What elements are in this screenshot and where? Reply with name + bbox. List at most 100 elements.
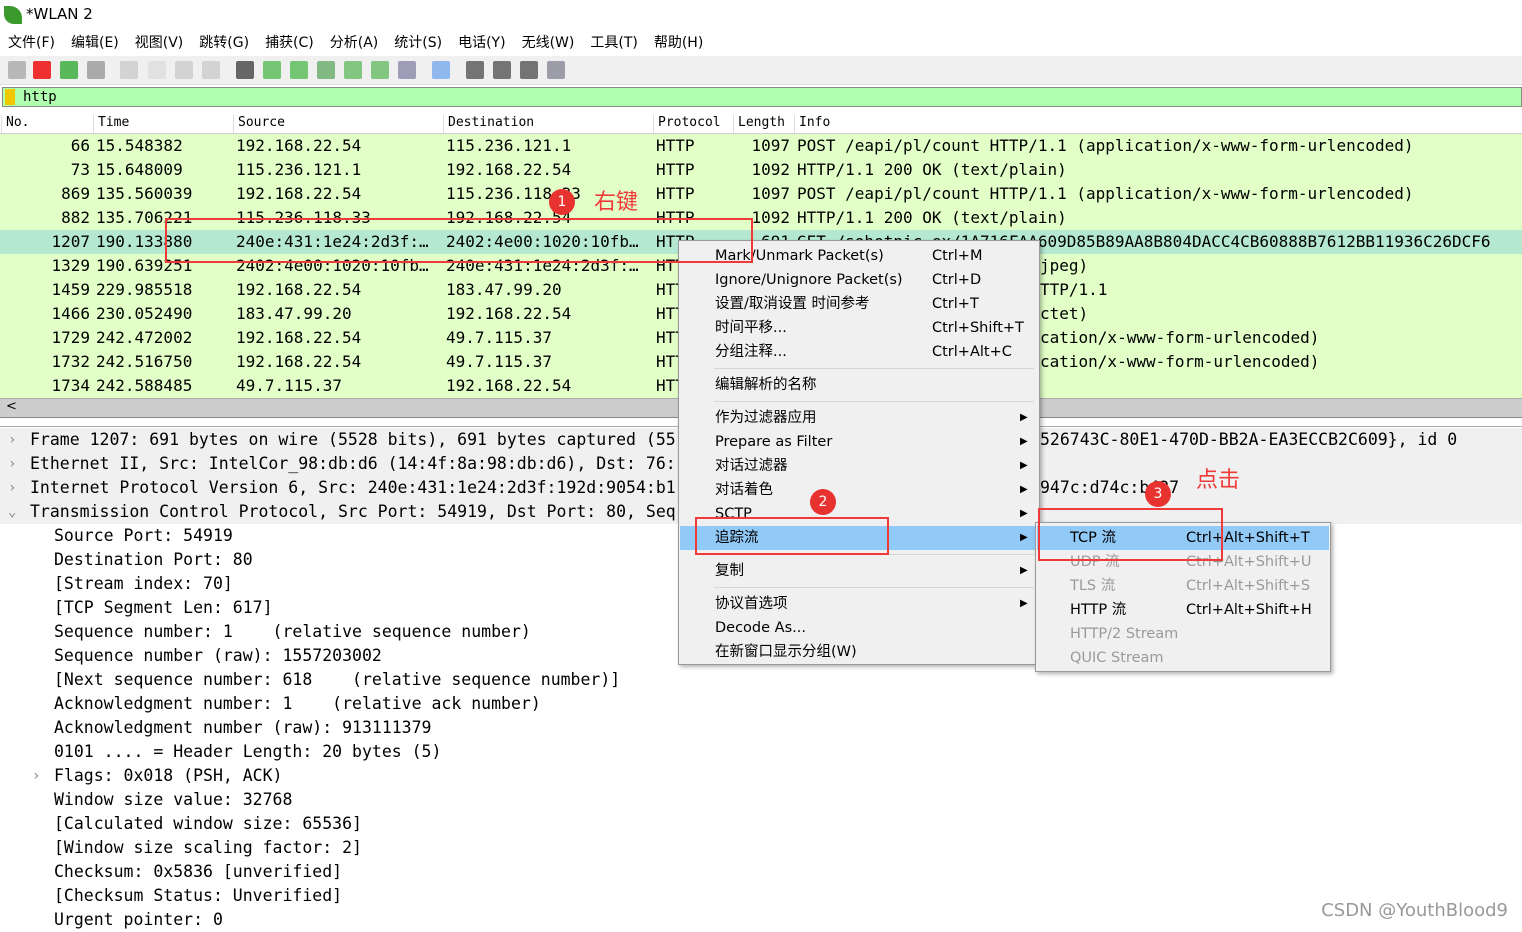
filter-value[interactable]: http xyxy=(23,88,57,106)
stop-icon[interactable] xyxy=(33,61,51,79)
menu-5[interactable]: 分析(A) xyxy=(322,31,387,55)
packet-destination: 183.47.99.20 xyxy=(446,280,562,299)
packet-protocol: HTTP xyxy=(656,136,695,155)
first-packet-icon[interactable] xyxy=(344,61,362,79)
menu-bar: 文件(F) 编辑(E) 视图(V) 跳转(G) 捕获(C) 分析(A) 统计(S) 电话(Y)… xyxy=(0,31,1522,55)
detail-row[interactable]: › Flags: 0x018 (PSH, ACK) xyxy=(0,764,1522,788)
context-menu-item[interactable]: Ignore/Unignore Packet(s) Ctrl+D xyxy=(680,268,1038,292)
menu-1[interactable]: 编辑(E) xyxy=(63,31,127,55)
menu-0[interactable]: 文件(F) xyxy=(0,31,63,55)
detail-text: Destination Port: 80 xyxy=(54,550,253,569)
shark-fin-icon[interactable] xyxy=(8,61,26,79)
find-icon[interactable] xyxy=(236,61,254,79)
submenu-item-label: QUIC Stream xyxy=(1070,650,1164,666)
column-header-source[interactable]: Source xyxy=(233,115,285,133)
chevron-right-icon[interactable]: › xyxy=(8,452,16,476)
menu-9[interactable]: 工具(T) xyxy=(582,31,645,55)
menu-10[interactable]: 帮助(H) xyxy=(646,31,711,55)
annotation-box-2 xyxy=(695,517,889,555)
back-arrow-icon[interactable] xyxy=(263,61,281,79)
menu-7[interactable]: 电话(Y) xyxy=(450,31,513,55)
zoom-in-icon[interactable] xyxy=(466,61,484,79)
submenu-item[interactable]: HTTP 流 Ctrl+Alt+Shift+H xyxy=(1037,598,1329,622)
column-header-no[interactable]: No. xyxy=(1,115,29,133)
close-file-icon[interactable] xyxy=(175,61,193,79)
packet-time: 242.472002 xyxy=(96,328,193,347)
context-menu-item[interactable]: Decode As... xyxy=(680,616,1038,640)
column-header-time[interactable]: Time xyxy=(93,115,129,133)
scroll-left-icon[interactable]: < xyxy=(6,399,17,414)
context-menu: Mark/Unmark Packet(s) Ctrl+M Ignore/Unigno… xyxy=(678,240,1040,665)
zoom-normal-icon[interactable] xyxy=(520,61,538,79)
context-menu-item[interactable]: 对话着色 ▶ xyxy=(680,478,1038,502)
detail-text-tail: 526743C-80E1-470D-BB2A-EA3ECCB2C609}, id… xyxy=(1040,430,1458,449)
detail-row[interactable]: Urgent pointer: 0 xyxy=(0,908,1522,932)
submenu-arrow-icon: ▶ xyxy=(1020,460,1028,471)
menu-item-label: Prepare as Filter xyxy=(715,434,833,450)
packet-no: 1329 xyxy=(51,256,90,275)
last-packet-icon[interactable] xyxy=(371,61,389,79)
column-header-protocol[interactable]: Protocol xyxy=(653,115,721,133)
submenu-item-shortcut: Ctrl+Alt+Shift+H xyxy=(1186,602,1312,618)
context-menu-item[interactable]: 编辑解析的名称 xyxy=(680,373,1038,397)
open-icon[interactable] xyxy=(120,61,138,79)
context-menu-item[interactable]: 对话过滤器 ▶ xyxy=(680,454,1038,478)
resize-columns-icon[interactable] xyxy=(547,61,565,79)
context-menu-item[interactable]: Prepare as Filter ▶ xyxy=(680,430,1038,454)
wireshark-logo-icon xyxy=(4,6,22,24)
packet-row[interactable]: 73 15.648009 115.236.121.1 192.168.22.54 HTT… xyxy=(0,158,1522,182)
goto-packet-icon[interactable] xyxy=(317,61,335,79)
packet-row[interactable]: 66 15.548382 192.168.22.54 115.236.121.1 HTT… xyxy=(0,134,1522,158)
menu-8[interactable]: 无线(W) xyxy=(514,31,583,55)
detail-row[interactable]: Window size value: 32768 xyxy=(0,788,1522,812)
bookmark-icon[interactable] xyxy=(5,89,15,105)
menu-item-label: 对话着色 xyxy=(715,482,773,498)
detail-row[interactable]: 0101 .... = Header Length: 20 bytes (5) xyxy=(0,740,1522,764)
detail-text: [Next sequence number: 618 (relative seq… xyxy=(54,670,621,689)
submenu-item[interactable]: HTTP/2 Stream xyxy=(1037,622,1329,646)
submenu-item[interactable]: QUIC Stream xyxy=(1037,646,1329,670)
file-icon[interactable] xyxy=(148,61,166,79)
detail-row[interactable]: [Calculated window size: 65536] xyxy=(0,812,1522,836)
menu-4[interactable]: 捕获(C) xyxy=(257,31,322,55)
menu-item-shortcut: Ctrl+M xyxy=(932,248,983,264)
chevron-right-icon[interactable]: › xyxy=(8,428,16,452)
restart-icon[interactable] xyxy=(60,61,78,79)
packet-no: 1466 xyxy=(51,304,90,323)
chevron-down-icon[interactable]: ⌄ xyxy=(8,500,16,524)
packet-row[interactable]: 869 135.560039 192.168.22.54 115.236.118.33… xyxy=(0,182,1522,206)
zoom-out-icon[interactable] xyxy=(493,61,511,79)
menu-separator xyxy=(714,368,1034,369)
context-menu-item[interactable]: 时间平移... Ctrl+Shift+T xyxy=(680,316,1038,340)
context-menu-item[interactable]: 复制 ▶ xyxy=(680,559,1038,583)
colorize-icon[interactable] xyxy=(432,61,450,79)
menu-2[interactable]: 视图(V) xyxy=(127,31,192,55)
detail-row[interactable]: Acknowledgment number (raw): 913111379 xyxy=(0,716,1522,740)
detail-row[interactable]: Checksum: 0x5836 [unverified] xyxy=(0,860,1522,884)
menu-3[interactable]: 跳转(G) xyxy=(191,31,257,55)
options-gear-icon[interactable] xyxy=(87,61,105,79)
chevron-right-icon[interactable]: › xyxy=(32,764,40,788)
context-menu-item[interactable]: 协议首选项 ▶ xyxy=(680,592,1038,616)
packet-source: 192.168.22.54 xyxy=(236,328,362,347)
submenu-item[interactable]: TLS 流 Ctrl+Alt+Shift+S xyxy=(1037,574,1329,598)
menu-6[interactable]: 统计(S) xyxy=(386,31,450,55)
detail-row[interactable]: Acknowledgment number: 1 (relative ack n… xyxy=(0,692,1522,716)
packet-destination: 192.168.22.54 xyxy=(446,304,572,323)
context-menu-item[interactable]: 设置/取消设置 时间参考 Ctrl+T xyxy=(680,292,1038,316)
column-header-destination[interactable]: Destination xyxy=(443,115,534,133)
reload-icon[interactable] xyxy=(202,61,220,79)
autoscroll-icon[interactable] xyxy=(398,61,416,79)
column-header-length[interactable]: Length xyxy=(733,115,785,133)
packet-source: 49.7.115.37 xyxy=(236,376,342,395)
column-header-info[interactable]: Info xyxy=(794,115,830,133)
context-menu-item[interactable]: 在新窗口显示分组(W) xyxy=(680,640,1038,664)
context-menu-item[interactable]: 分组注释... Ctrl+Alt+C xyxy=(680,340,1038,364)
detail-row[interactable]: [Window size scaling factor: 2] xyxy=(0,836,1522,860)
detail-row[interactable]: [Checksum Status: Unverified] xyxy=(0,884,1522,908)
display-filter-input[interactable]: http xyxy=(2,87,1522,107)
context-menu-item[interactable]: 作为过滤器应用 ▶ xyxy=(680,406,1038,430)
forward-arrow-icon[interactable] xyxy=(290,61,308,79)
chevron-right-icon[interactable]: › xyxy=(8,476,16,500)
step-1-label: 右键 xyxy=(594,190,639,215)
